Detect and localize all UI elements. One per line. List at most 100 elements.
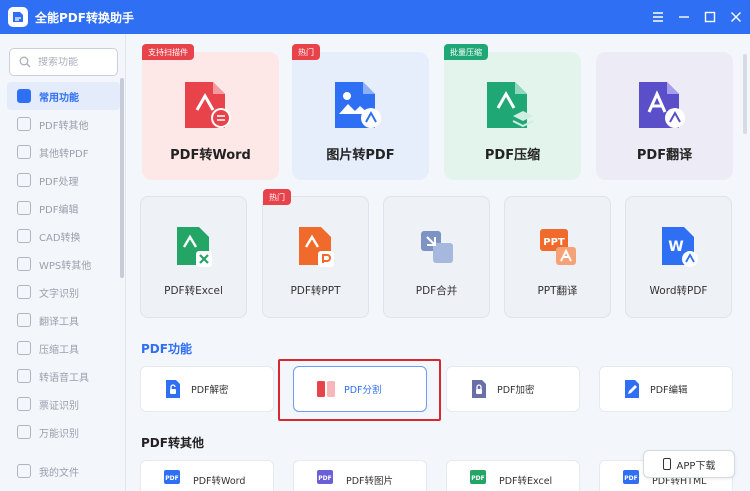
sidebar-item-label: WPS转其他: [39, 260, 92, 272]
pdf-to-excel-icon: PDF: [470, 470, 486, 484]
folder-icon: [17, 464, 31, 478]
pdf-translate-icon: [639, 82, 685, 128]
sidebar-item-label: 票证识别: [39, 400, 79, 412]
sidebar-item-label: PDF编辑: [39, 204, 79, 216]
sidebar-item-pdf-edit[interactable]: PDF编辑: [7, 194, 120, 222]
sidebar-item-label: 其他转PDF: [39, 148, 89, 160]
sidebar-item-common[interactable]: 常用功能: [7, 82, 120, 110]
pdf-to-ppt-icon: [299, 227, 334, 267]
tool-pdf-to-excel[interactable]: PDF转Excel: [140, 196, 247, 318]
conv-pdf-to-image[interactable]: PDF PDF转图片: [293, 460, 427, 491]
sidebar-item-label: 文字识别: [39, 288, 79, 300]
func-pdf-edit[interactable]: PDF编辑: [599, 366, 733, 412]
sidebar-nav: 常用功能 PDF转其他 其他转PDF PDF处理 PDF编辑 CAD转换 WPS…: [7, 82, 120, 446]
tool-label: PDF合并: [415, 285, 458, 297]
app-download-label: APP下载: [676, 460, 716, 472]
tool-word-to-pdf[interactable]: W Word转PDF: [625, 196, 732, 318]
sidebar-item-label: PDF处理: [39, 176, 79, 188]
sidebar-item-voice[interactable]: 转语音工具: [7, 362, 120, 390]
sidebar-item-label: 翻译工具: [39, 316, 79, 328]
sidebar-item-pdf-process[interactable]: PDF处理: [7, 166, 120, 194]
search-box[interactable]: [9, 48, 118, 76]
edit-icon: [17, 201, 31, 215]
pdf-to-word-icon: PDF: [164, 470, 180, 484]
svg-text:PDF: PDF: [165, 475, 178, 482]
sidebar-item-label: 转语音工具: [39, 372, 89, 384]
app-logo-icon: [8, 7, 28, 27]
conv-pdf-to-excel[interactable]: PDF PDF转Excel: [446, 460, 580, 491]
sidebar-item-label: 压缩工具: [39, 344, 79, 356]
sidebar-item-ocr[interactable]: 文字识别: [7, 278, 120, 306]
minimize-icon[interactable]: [678, 11, 690, 23]
sidebar-item-label: PDF转其他: [39, 120, 89, 132]
sidebar-item-translate[interactable]: 翻译工具: [7, 306, 120, 334]
pdf-merge-icon: [421, 231, 453, 263]
tool-ppt-translate[interactable]: PPT PPT翻译: [504, 196, 611, 318]
sidebar-item-pdf-to-other[interactable]: PDF转其他: [7, 110, 120, 138]
tool-pdf-to-ppt[interactable]: 热门 PDF转PPT: [262, 189, 369, 318]
conv-label: PDF转Word: [193, 476, 246, 487]
app-download-button[interactable]: APP下载: [643, 450, 735, 478]
menu-icon[interactable]: [652, 11, 664, 23]
wps-icon: [17, 257, 31, 271]
card-pdf-translate[interactable]: PDF翻译: [596, 52, 733, 180]
voice-icon: [17, 369, 31, 383]
sidebar-item-compress[interactable]: 压缩工具: [7, 334, 120, 362]
main-content: 支持扫描件 PDF转Word 热门 图片转PDF 批量压缩 PDF压缩 PDF翻…: [126, 34, 750, 491]
svg-text:W: W: [668, 239, 683, 255]
title-bar: 全能PDF转换助手: [0, 0, 750, 34]
card-tag: 热门: [292, 44, 320, 60]
svg-text:PPT: PPT: [543, 237, 565, 248]
svg-text:PDF: PDF: [318, 475, 331, 482]
pdf-compress-icon: [487, 82, 534, 128]
pdf-to-html-icon: PDF: [623, 470, 639, 484]
card-pdf-compress[interactable]: 批量压缩 PDF压缩: [444, 44, 581, 180]
sidebar-item-other-to-pdf[interactable]: 其他转PDF: [7, 138, 120, 166]
search-icon: [19, 56, 31, 68]
close-icon[interactable]: [730, 11, 742, 23]
main-scrollbar[interactable]: [743, 54, 747, 134]
compress-icon: [17, 341, 31, 355]
sidebar-item-cad[interactable]: CAD转换: [7, 222, 120, 250]
card-label: PDF翻译: [636, 148, 693, 163]
maximize-icon[interactable]: [704, 11, 716, 23]
sidebar-item-universal-ocr[interactable]: 万能识别: [7, 418, 120, 446]
card-label: PDF转Word: [170, 148, 251, 163]
scan-icon: [17, 425, 31, 439]
app-title: 全能PDF转换助手: [35, 10, 134, 25]
sidebar-item-my-files[interactable]: 我的文件: [7, 457, 120, 485]
pdf-to-image-icon: PDF: [317, 470, 333, 484]
svg-text:PDF: PDF: [624, 475, 637, 482]
tool-label: PDF转PPT: [290, 285, 341, 297]
conv-pdf-to-word[interactable]: PDF PDF转Word: [140, 460, 274, 491]
card-image-to-pdf[interactable]: 热门 图片转PDF: [292, 44, 429, 180]
search-input[interactable]: [38, 56, 108, 68]
translate-icon: [17, 313, 31, 327]
card-pdf-to-word[interactable]: 支持扫描件 PDF转Word: [142, 44, 279, 180]
sidebar-item-wps[interactable]: WPS转其他: [7, 250, 120, 278]
conv-label: PDF转图片: [346, 476, 394, 487]
card-label: 图片转PDF: [326, 148, 395, 163]
func-label: PDF分割: [344, 385, 382, 396]
func-pdf-decrypt[interactable]: PDF解密: [140, 366, 274, 412]
card-tag: 支持扫描件: [142, 44, 194, 60]
func-pdf-split[interactable]: PDF分割: [293, 366, 427, 412]
ticket-icon: [17, 397, 31, 411]
card-tag: 批量压缩: [444, 44, 488, 60]
edit-pencil-icon: [625, 380, 639, 398]
ppt-translate-icon: PPT: [540, 229, 576, 265]
card-label: PDF压缩: [484, 148, 541, 163]
file-icon: [17, 145, 31, 159]
image-to-pdf-icon: [335, 82, 381, 128]
sidebar-scrollbar[interactable]: [120, 78, 124, 278]
sidebar-item-ticket[interactable]: 票证识别: [7, 390, 120, 418]
word-to-pdf-icon: W: [662, 227, 698, 267]
sidebar-item-label: 万能识别: [39, 428, 79, 440]
phone-icon: [662, 458, 671, 470]
section-title-pdf-functions: PDF功能: [141, 342, 192, 356]
tool-pdf-merge[interactable]: PDF合并: [383, 196, 490, 318]
func-pdf-encrypt[interactable]: PDF加密: [446, 366, 580, 412]
cad-icon: [17, 229, 31, 243]
sidebar: 常用功能 PDF转其他 其他转PDF PDF处理 PDF编辑 CAD转换 WPS…: [0, 34, 126, 491]
tool-label: PDF转Excel: [164, 285, 223, 297]
